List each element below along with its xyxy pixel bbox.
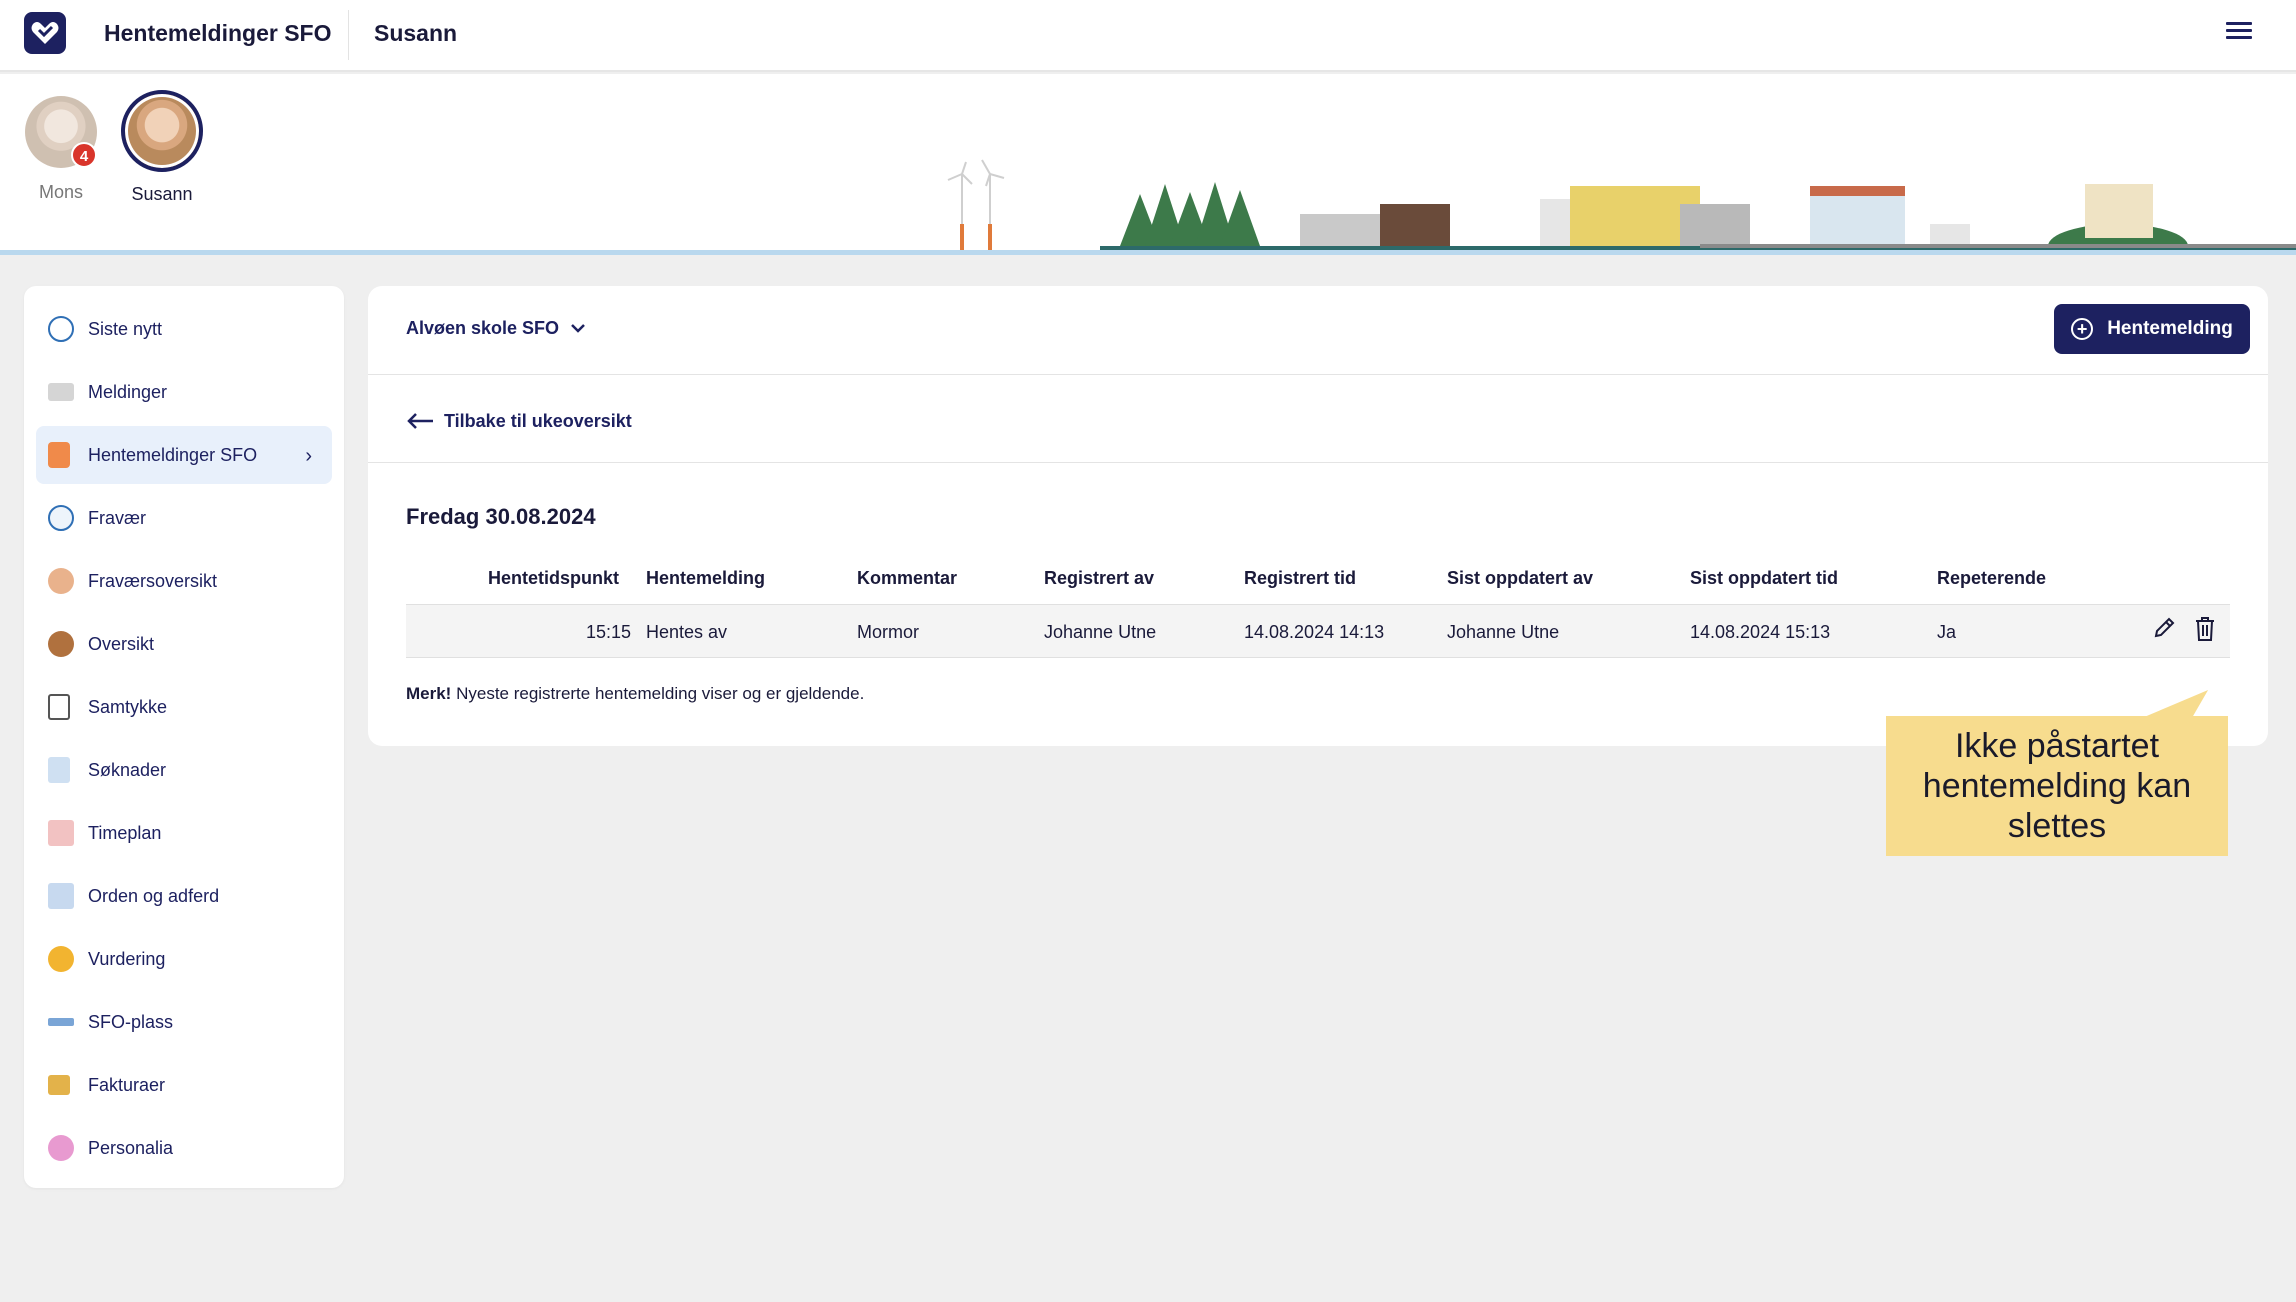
sidebar-nav: Siste nytt Meldinger Hentemeldinger SFO …: [24, 286, 344, 1188]
note-text: Merk! Nyeste registrerte hentemelding vi…: [406, 684, 864, 704]
callout-line-3: slettes: [2007, 807, 2107, 845]
cell-kommentar: Mormor: [857, 622, 919, 642]
notification-badge: 4: [71, 142, 97, 168]
sidebar-item-label: Hentemeldinger SFO: [88, 444, 258, 465]
cell-registrert-tid: 14.08.2024 14:13: [1244, 622, 1385, 642]
sidebar-item-label: Fravær: [88, 507, 146, 528]
child-avatar-mons[interactable]: 4 Mons: [25, 96, 97, 203]
selected-child-title: Susann: [374, 20, 458, 46]
sidebar-item-samtykke[interactable]: Samtykke: [36, 678, 332, 736]
sidebar-item-fakturaer[interactable]: Fakturaer: [36, 1056, 332, 1114]
top-bar: Hentemeldinger SFO Susann: [0, 0, 2296, 72]
clipboard-icon: [48, 694, 70, 720]
main-card: Alvøen skole SFO + Hentemelding Tilbake …: [368, 286, 2268, 746]
sidebar-item-label: Oversikt: [88, 633, 155, 654]
seesaw-icon: [48, 1018, 74, 1026]
sidebar-item-label: Samtykke: [88, 696, 168, 717]
envelope-icon: [48, 383, 74, 401]
column-header-sist-oppdatert-av: Sist oppdatert av: [1447, 568, 1594, 588]
sidebar-item-oversikt[interactable]: Oversikt: [36, 615, 332, 673]
cell-registrert-av: Johanne Utne: [1044, 622, 1157, 642]
plus-circle-icon: +: [2071, 318, 2094, 340]
cell-hentemelding: Hentes av: [646, 622, 728, 642]
sidebar-item-label: Fakturaer: [88, 1074, 166, 1095]
arrow-left-icon: [406, 408, 434, 434]
new-hentemelding-button[interactable]: + Hentemelding: [2054, 304, 2250, 354]
header-divider: [368, 374, 2268, 375]
note-body: Nyeste registrerte hentemelding viser og…: [451, 684, 865, 703]
sidebar-item-label: Personalia: [88, 1137, 174, 1158]
date-title: Fredag 30.08.2024: [406, 504, 596, 529]
trash-icon[interactable]: [2194, 616, 2218, 642]
cell-repeterende: Ja: [1937, 622, 1957, 642]
child-name: Mons: [38, 182, 83, 202]
absence-overview-icon: [48, 568, 74, 594]
sidebar-item-sfo-plass[interactable]: SFO-plass: [36, 993, 332, 1051]
back-link-label: Tilbake til ukeoversikt: [444, 410, 632, 431]
hamburger-icon[interactable]: [2226, 22, 2252, 46]
clock-icon: [48, 505, 74, 531]
cell-sist-oppdatert-tid: 14.08.2024 15:13: [1690, 622, 1831, 642]
sidebar-item-fravaersoversikt[interactable]: Fraværsoversikt: [36, 552, 332, 610]
chevron-right-icon: ›: [305, 445, 312, 467]
sidebar-item-label: Søknader: [88, 759, 167, 780]
callout-line-1: Ikke påstartet: [1954, 727, 2160, 765]
column-header-repeterende: Repeterende: [1937, 568, 2047, 588]
heart-logo-icon[interactable]: [24, 12, 66, 54]
header-water-line: [0, 250, 2296, 255]
conduct-icon: [48, 883, 74, 909]
sidebar-item-hentemeldinger-sfo[interactable]: Hentemeldinger SFO ›: [36, 426, 332, 484]
sidebar-item-label: Orden og adferd: [88, 885, 220, 906]
sidebar-item-label: Timeplan: [88, 822, 162, 843]
fingerprint-icon: [48, 1135, 74, 1161]
annotation-callout: Ikke påstartet hentemelding kan slettes: [1886, 716, 2228, 856]
landscape-illustration: [947, 159, 2296, 254]
note-bold: Merk!: [406, 684, 452, 703]
sidebar-item-label: Vurdering: [88, 948, 166, 969]
sidebar-item-label: Fraværsoversikt: [88, 570, 218, 591]
news-icon: [48, 316, 74, 342]
coins-icon: [48, 1075, 70, 1095]
sidebar-item-soknader[interactable]: Søknader: [36, 741, 332, 799]
section-divider: [368, 462, 2268, 463]
title-divider: [348, 10, 349, 60]
sidebar-item-label: Meldinger: [88, 381, 168, 402]
app-title: Hentemeldinger SFO: [104, 20, 332, 46]
medal-icon: [48, 946, 74, 972]
sidebar-item-label: SFO-plass: [88, 1011, 174, 1032]
sidebar-item-label: Siste nytt: [88, 318, 163, 339]
column-header-hentemelding: Hentemelding: [646, 568, 766, 588]
child-name: Susann: [131, 184, 193, 204]
child-avatar-susann[interactable]: Susann: [121, 90, 203, 205]
sidebar-item-timeplan[interactable]: Timeplan: [36, 804, 332, 862]
sidebar-item-vurdering[interactable]: Vurdering: [36, 930, 332, 988]
new-hentemelding-label: Hentemelding: [2107, 318, 2233, 339]
person-icon: [48, 631, 74, 657]
sidebar-item-fravaer[interactable]: Fravær: [36, 489, 332, 547]
header-strip: [0, 74, 2296, 254]
cell-sist-oppdatert-av: Johanne Utne: [1447, 622, 1560, 642]
column-header-registrert-av: Registrert av: [1044, 568, 1155, 588]
sidebar-item-orden-og-adferd[interactable]: Orden og adferd: [36, 867, 332, 925]
column-header-registrert-tid: Registrert tid: [1244, 568, 1357, 588]
sidebar-item-siste-nytt[interactable]: Siste nytt: [36, 300, 332, 358]
chevron-down-icon: [570, 321, 586, 339]
column-header-sist-oppdatert-tid: Sist oppdatert tid: [1690, 568, 1838, 588]
school-select-label: Alvøen skole SFO: [406, 318, 560, 338]
column-header-hentetidspunkt: Hentetidspunkt: [488, 568, 620, 588]
calendar-icon: [48, 820, 74, 846]
callout-line-2: hentemelding kan: [1922, 767, 2192, 805]
edit-pencil-icon[interactable]: [2152, 616, 2176, 642]
search-document-icon: [48, 757, 70, 783]
avatar: [121, 90, 203, 172]
back-to-week-link[interactable]: Tilbake til ukeoversikt: [406, 408, 632, 434]
school-select[interactable]: Alvøen skole SFO: [406, 318, 586, 339]
pickup-icon: [48, 442, 70, 468]
sidebar-item-meldinger[interactable]: Meldinger: [36, 363, 332, 421]
sidebar-item-personalia[interactable]: Personalia: [36, 1119, 332, 1177]
column-header-kommentar: Kommentar: [857, 568, 958, 588]
cell-hentetidspunkt: 15:15: [586, 622, 632, 642]
